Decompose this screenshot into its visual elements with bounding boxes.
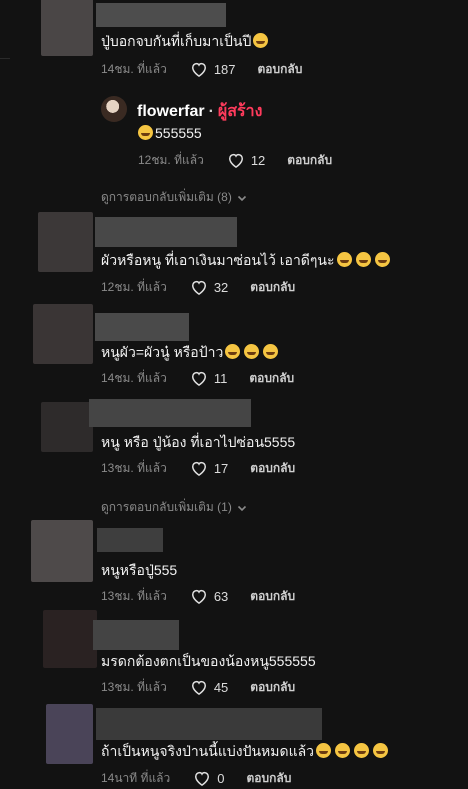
laughing-emoji-icon	[244, 344, 260, 359]
comment-timestamp: 12ชม. ที่แล้ว	[101, 279, 167, 294]
heart-outline-icon	[191, 461, 206, 476]
comment-meta: 12ชม. ที่แล้ว 32 ตอบกลับ	[101, 277, 295, 297]
heart-outline-icon	[228, 153, 243, 168]
like-button[interactable]: 187	[189, 59, 236, 79]
divider	[0, 58, 10, 59]
grinning-emoji-icon	[354, 743, 370, 758]
reply-button[interactable]: ตอบกลับ	[250, 459, 295, 478]
reply-button[interactable]: ตอบกลับ	[258, 60, 303, 79]
laughing-emoji-icon	[138, 125, 153, 140]
comment-meta: 14นาที ที่แล้ว 0 ตอบกลับ	[101, 768, 291, 788]
comment-text: ถ้าเป็นหนูจริงป่านนี้แบ่งปันหมดแล้ว	[101, 742, 390, 760]
chevron-down-icon	[237, 195, 246, 201]
heart-outline-icon	[191, 371, 206, 386]
reply-meta: 12ชม. ที่แล้ว 12 ตอบกลับ	[138, 150, 332, 170]
like-button[interactable]: 17	[189, 458, 228, 478]
reply-timestamp: 12ชม. ที่แล้ว	[138, 152, 204, 167]
like-button[interactable]: 63	[189, 586, 228, 606]
username-redacted[interactable]	[95, 313, 189, 341]
heart-outline-icon	[191, 280, 206, 295]
username-redacted[interactable]	[96, 708, 322, 740]
comment-meta: 13ชม. ที่แล้ว 45 ตอบกลับ	[101, 677, 295, 697]
like-button[interactable]: 32	[189, 277, 228, 297]
comment-text: หนู หรือ ปู่น้อง ที่เอาไปซ่อน5555	[101, 434, 296, 450]
creator-avatar[interactable]	[101, 96, 127, 122]
avatar[interactable]	[31, 520, 93, 582]
heart-outline-icon	[191, 62, 206, 77]
separator-dot: ·	[208, 103, 214, 120]
view-more-replies[interactable]: ดูการตอบกลับเพิ่มเติม (8)	[101, 188, 248, 207]
username-redacted[interactable]	[93, 620, 179, 650]
laughing-emoji-icon	[374, 252, 390, 267]
like-count: 45	[213, 679, 229, 695]
heart-outline-icon	[195, 771, 210, 786]
avatar[interactable]	[43, 610, 97, 668]
avatar[interactable]	[33, 304, 93, 364]
like-count: 0	[217, 770, 225, 786]
comment-timestamp: 14ชม. ที่แล้ว	[101, 61, 167, 76]
like-count: 17	[213, 460, 229, 476]
view-more-label: ดูการตอบกลับเพิ่มเติม (8)	[101, 190, 232, 204]
creator-badge: ผู้สร้าง	[217, 103, 263, 120]
username-redacted[interactable]	[97, 528, 163, 552]
reply-button[interactable]: ตอบกลับ	[250, 278, 295, 297]
avatar[interactable]	[38, 212, 93, 272]
comment-text: หนูหรือปู่555	[101, 562, 178, 578]
comment-meta: 14ชม. ที่แล้ว 11 ตอบกลับ	[101, 368, 294, 388]
like-count: 187	[213, 61, 236, 77]
comment-text: มรดกต้องตกเป็นของน้องหนู555555	[101, 653, 316, 669]
heart-outline-icon	[191, 680, 206, 695]
reply-button[interactable]: ตอบกลับ	[247, 769, 292, 788]
like-button[interactable]: 11	[189, 368, 228, 388]
like-count: 63	[213, 588, 229, 604]
comment-meta: 13ชม. ที่แล้ว 17 ตอบกลับ	[101, 458, 295, 478]
like-count: 12	[250, 152, 266, 168]
laughing-emoji-icon	[263, 344, 279, 359]
like-count: 11	[213, 370, 228, 386]
like-count: 32	[213, 279, 229, 295]
comment-timestamp: 13ชม. ที่แล้ว	[101, 679, 167, 694]
avatar[interactable]	[41, 0, 93, 56]
comment-timestamp: 13ชม. ที่แล้ว	[101, 460, 167, 475]
comment-text: ปู่บอกจบกันที่เก็บมาเป็นปี	[101, 32, 270, 50]
reply-text: 555555	[138, 124, 202, 142]
reply-button[interactable]: ตอบกลับ	[249, 369, 294, 388]
avatar[interactable]	[41, 402, 93, 452]
view-more-label: ดูการตอบกลับเพิ่มเติม (1)	[101, 500, 232, 514]
comment-text: หนูผัว=ผัวนู๋ หรือป้าว	[101, 343, 280, 361]
reply-button[interactable]: ตอบกลับ	[250, 587, 295, 606]
chevron-down-icon	[237, 505, 246, 511]
comment-timestamp: 13ชม. ที่แล้ว	[101, 588, 167, 603]
comment-timestamp: 14ชม. ที่แล้ว	[101, 370, 167, 385]
laughing-emoji-icon	[225, 344, 241, 359]
grinning-emoji-icon	[316, 743, 332, 758]
comment-meta: 14ชม. ที่แล้ว 187 ตอบกลับ	[101, 59, 302, 79]
creator-name-line: flowerfar · ผู้สร้าง	[137, 99, 262, 124]
creator-username[interactable]: flowerfar	[137, 103, 205, 120]
username-redacted[interactable]	[89, 399, 251, 427]
comment-meta: 13ชม. ที่แล้ว 63 ตอบกลับ	[101, 586, 295, 606]
avatar[interactable]	[46, 704, 93, 764]
reply-button[interactable]: ตอบกลับ	[287, 151, 332, 170]
like-button[interactable]: 12	[226, 150, 265, 170]
heart-outline-icon	[191, 589, 206, 604]
like-button[interactable]: 45	[189, 677, 228, 697]
laughing-emoji-icon	[336, 252, 352, 267]
username-redacted[interactable]	[96, 3, 226, 27]
like-button[interactable]: 0	[192, 768, 225, 788]
reply-button[interactable]: ตอบกลับ	[250, 678, 295, 697]
username-redacted[interactable]	[95, 217, 237, 247]
comment-timestamp: 14นาที ที่แล้ว	[101, 770, 171, 785]
laughing-emoji-icon	[355, 252, 371, 267]
laughing-emoji-icon	[253, 33, 269, 48]
view-more-replies[interactable]: ดูการตอบกลับเพิ่มเติม (1)	[101, 498, 248, 517]
grinning-emoji-icon	[335, 743, 351, 758]
grinning-emoji-icon	[373, 743, 389, 758]
comment-text: ผัวหรือหนู ที่เอาเงินมาซ่อนไว้ เอาดีๆนะ	[101, 251, 392, 269]
